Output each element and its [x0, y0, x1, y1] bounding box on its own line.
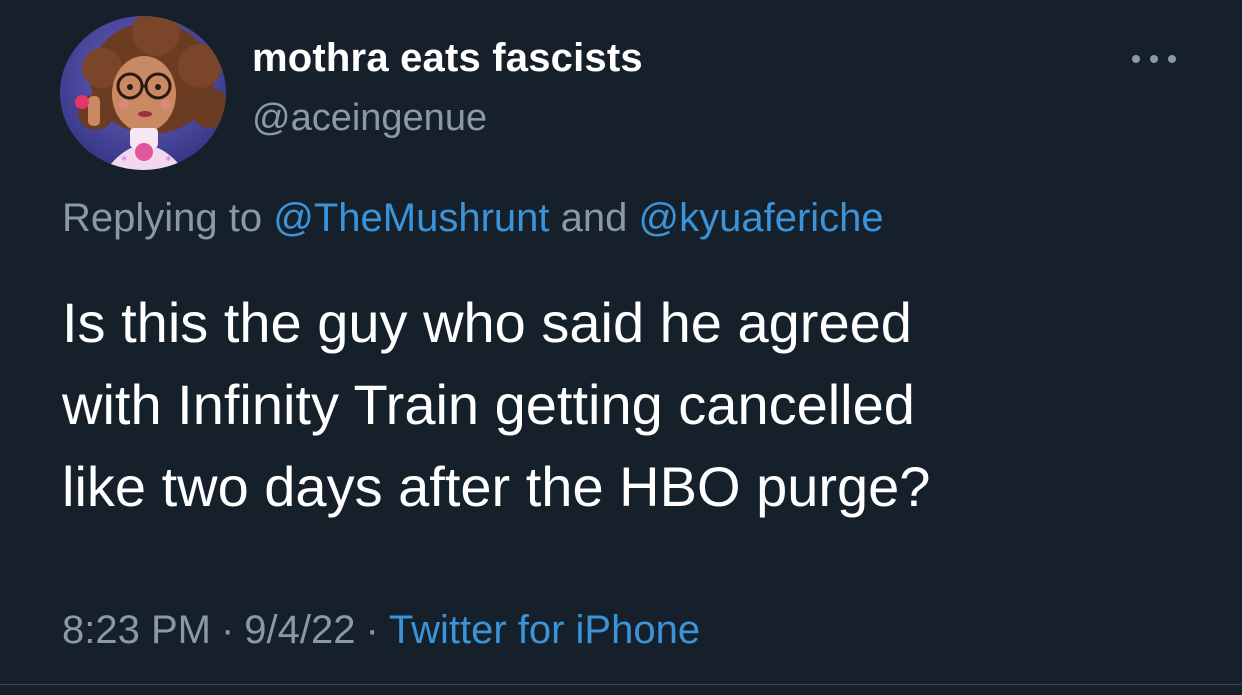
replying-to-line: Replying to @TheMushrunt and @kyuaferich… [62, 196, 884, 241]
bottom-divider [0, 684, 1242, 685]
more-options-button[interactable] [1126, 42, 1182, 76]
tweet-source-link[interactable]: Twitter for iPhone [389, 608, 700, 652]
replying-to-joiner: and [549, 196, 639, 240]
meta-separator: · [220, 608, 235, 652]
tweet-metadata: 8:23 PM · 9/4/22 · Twitter for iPhone [62, 608, 700, 653]
author-handle[interactable]: @aceingenue [252, 97, 487, 140]
replying-to-label: Replying to [62, 196, 274, 240]
tweet-card: ✶ ✶ mothra eats fascists @aceingenue Rep… [0, 0, 1242, 695]
more-horizontal-icon [1132, 55, 1176, 63]
author-display-name[interactable]: mothra eats fascists [252, 36, 643, 81]
mention-link-themushrunt[interactable]: @TheMushrunt [273, 196, 549, 240]
tweet-text-line: with Infinity Train getting cancelled [62, 373, 915, 436]
tweet-date[interactable]: 9/4/22 [244, 608, 355, 652]
svg-text:✶: ✶ [164, 154, 172, 165]
tweet-body: Is this the guy who said he agreed with … [62, 282, 1192, 528]
meta-separator: · [365, 608, 379, 652]
tweet-text-line: Is this the guy who said he agreed [62, 291, 912, 354]
tweet-text-line: like two days after the HBO purge? [62, 455, 931, 518]
illustrated-portrait-avatar-icon: ✶ ✶ [60, 16, 226, 170]
mention-link-kyuaferiche[interactable]: @kyuaferiche [638, 196, 883, 240]
svg-text:✶: ✶ [120, 154, 128, 165]
author-avatar[interactable]: ✶ ✶ [60, 16, 226, 170]
tweet-time[interactable]: 8:23 PM [62, 608, 211, 652]
